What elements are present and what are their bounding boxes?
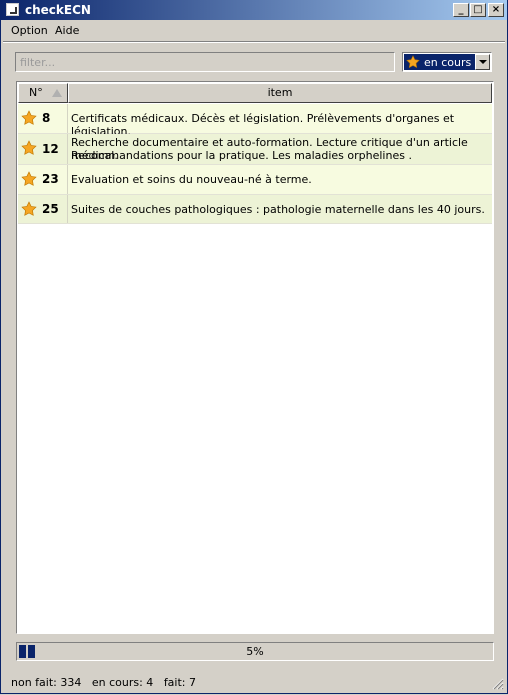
- star-icon: [406, 55, 420, 69]
- status-bar: non fait: 334 en cours: 4 fait: 7: [11, 676, 196, 689]
- app-window: checkECN _ □ × Option Aide en cours N° i…: [0, 0, 508, 694]
- table-row[interactable]: 23 Evaluation et soins du nouveau-né à t…: [18, 165, 492, 195]
- app-icon[interactable]: [6, 3, 19, 16]
- star-icon: [21, 110, 37, 125]
- status-non-fait: non fait: 334: [11, 676, 82, 689]
- number-cell: 25: [18, 195, 68, 223]
- window-title: checkECN: [25, 3, 91, 17]
- number-cell: 12: [18, 134, 68, 164]
- minimize-button[interactable]: _: [453, 3, 469, 17]
- status-filter-label: en cours: [424, 56, 472, 69]
- table-row[interactable]: 8 Certificats médicaux. Décès et législa…: [18, 104, 492, 138]
- table-header: N° item: [18, 83, 492, 103]
- filter-input[interactable]: [16, 53, 394, 71]
- item-number: 25: [42, 202, 59, 216]
- number-cell: 23: [18, 165, 68, 194]
- title-bar[interactable]: checkECN _ □ ×: [1, 0, 507, 20]
- star-icon: [21, 201, 37, 216]
- item-text: Suites de couches pathologiques : pathol…: [71, 203, 485, 216]
- table-row[interactable]: 25 Suites de couches pathologiques : pat…: [18, 195, 492, 224]
- table-row[interactable]: 12 Recherche documentaire et auto-format…: [18, 134, 492, 165]
- column-header-item[interactable]: item: [68, 83, 492, 103]
- item-text-line2: Recommandations pour la pratique. Les ma…: [71, 149, 412, 162]
- status-filter-dropdown[interactable]: en cours: [402, 52, 492, 72]
- chevron-down-icon[interactable]: [475, 54, 490, 70]
- menu-separator: [3, 41, 505, 43]
- column-header-number[interactable]: N°: [18, 83, 68, 103]
- item-text: Evaluation et soins du nouveau-né à term…: [71, 173, 312, 186]
- column-header-number-label: N°: [29, 86, 43, 99]
- resize-grip-icon[interactable]: [492, 678, 504, 690]
- maximize-button[interactable]: □: [470, 3, 486, 17]
- status-en-cours: en cours: 4: [91, 676, 154, 689]
- progress-bar: 5%: [16, 642, 494, 661]
- status-filter-selected[interactable]: en cours: [404, 54, 476, 70]
- number-cell: 8: [18, 104, 68, 133]
- close-button[interactable]: ×: [488, 3, 504, 17]
- item-number: 23: [42, 172, 59, 186]
- star-icon: [21, 171, 37, 186]
- status-fait: fait: 7: [163, 676, 196, 689]
- sort-ascending-icon: [52, 89, 62, 97]
- menu-aide[interactable]: Aide: [55, 24, 79, 37]
- item-number: 8: [42, 111, 51, 125]
- star-icon: [21, 140, 37, 155]
- menu-option[interactable]: Option: [11, 24, 48, 37]
- menu-bar: Option Aide: [1, 20, 507, 42]
- item-number: 12: [42, 142, 59, 156]
- filter-field[interactable]: [15, 52, 395, 72]
- progress-label: 5%: [246, 645, 264, 658]
- items-table: N° item 8 Certificats médicaux. Décès et…: [16, 81, 494, 634]
